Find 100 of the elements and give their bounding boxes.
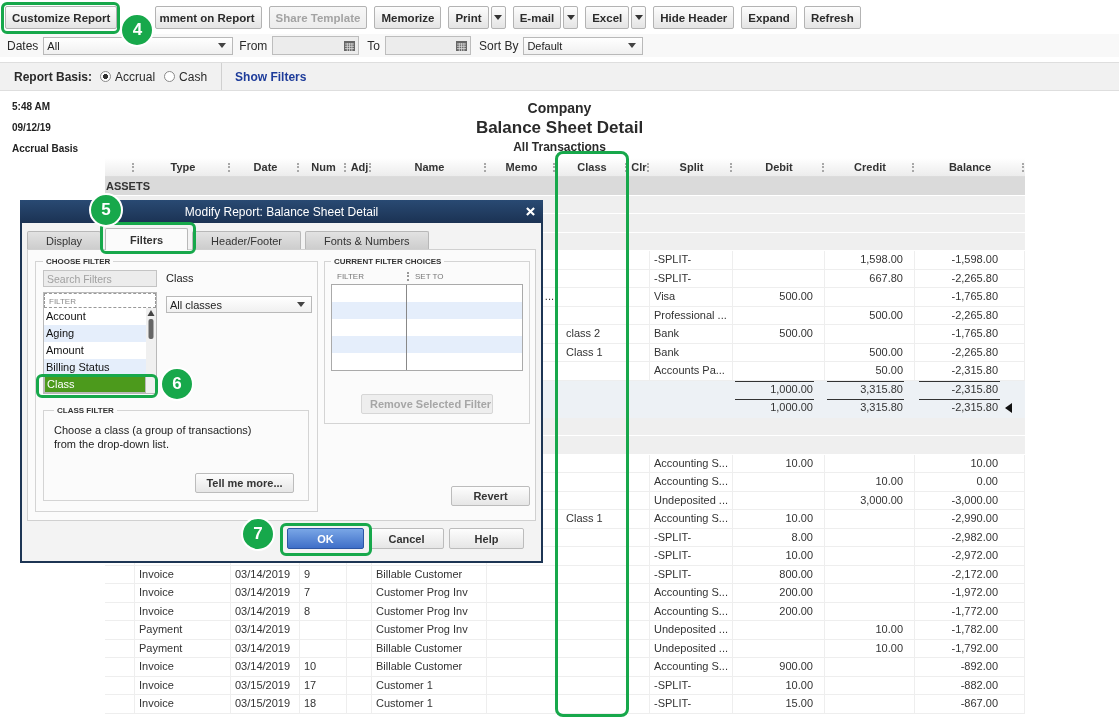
tab[interactable]: Display (27, 231, 102, 249)
table-cell-text: -SPLIT- (653, 696, 693, 711)
table-cell-text: Undeposited ... (653, 640, 729, 656)
calendar-icon[interactable] (456, 40, 468, 51)
toolbar-button[interactable]: Excel (585, 6, 630, 29)
toolbar-button[interactable]: mment on Report (155, 6, 262, 29)
table-cell-text: -1,765.80 (950, 289, 999, 304)
dropdown-button[interactable] (563, 6, 579, 29)
table-cell-text: -1,772.00 (950, 603, 999, 619)
report-basis-label: Report Basis: (14, 69, 93, 84)
table-cell-text: Invoice (138, 696, 175, 711)
toolbar-button[interactable]: Print (448, 6, 489, 29)
dialog-button[interactable]: Cancel (369, 528, 444, 549)
table-cell-text: 7 (303, 585, 312, 600)
scrollbar[interactable] (146, 308, 156, 393)
column-header[interactable]: Balance (915, 158, 1025, 176)
table-cell-text: Undeposited ... (653, 622, 729, 637)
table-cell-text: Invoice (138, 677, 175, 693)
table-cell-text: 03/14/2019 (234, 566, 292, 582)
list-item[interactable]: Amount (44, 342, 146, 359)
step-badge: 7 (241, 517, 275, 551)
table-cell-text: -2,982.00 (950, 529, 999, 545)
table-cell-text: Undeposited ... (653, 492, 729, 508)
table-cell-text: 1,598.00 (859, 252, 904, 267)
table-cell-text: Invoice (138, 566, 175, 582)
column-header[interactable]: Type (135, 158, 231, 176)
table-cell-text: -2,990.00 (950, 511, 999, 526)
column-header[interactable]: Debit (733, 158, 825, 176)
table-cell-text: -882.00 (959, 677, 999, 693)
column-header[interactable]: Date (231, 158, 300, 176)
table-cell-text: -2,265.80 (950, 344, 999, 360)
step-badge: 6 (160, 367, 194, 401)
table-cell-text: -2,265.80 (950, 270, 999, 286)
field-label: Class (166, 272, 195, 284)
toolbar-button[interactable]: E-mail (512, 6, 562, 29)
table-cell: -2,315.80 (915, 399, 1025, 418)
tab[interactable]: Header/Footer (192, 231, 302, 249)
list-item[interactable]: Account (44, 308, 146, 325)
report-basis: Accrual Basis (12, 142, 79, 155)
column-header[interactable]: Num (300, 158, 347, 176)
table-cell: 1,000.00 (733, 380, 825, 399)
table-cell-text: 3,000.00 (859, 492, 904, 508)
radio-button[interactable] (100, 71, 112, 82)
column-header[interactable]: Adj (347, 158, 372, 176)
toolbar-button[interactable]: Customize Report (5, 6, 118, 29)
column-header: SET TO (414, 271, 444, 281)
caret-icon (628, 43, 637, 48)
revert-button[interactable]: Revert (451, 486, 530, 506)
table-cell-text: 10.00 (874, 622, 904, 637)
table-cell-text: 03/15/2019 (234, 696, 292, 711)
column-header[interactable]: Class (556, 158, 628, 176)
table-cell-text: 10.00 (784, 511, 814, 526)
column-header[interactable]: Credit (825, 158, 915, 176)
toolbar-button[interactable]: Refresh (803, 6, 861, 29)
column-header[interactable]: Clr (628, 158, 650, 176)
radio-button[interactable] (164, 71, 176, 82)
table-cell-text: 10.00 (969, 455, 999, 471)
table-cell-text: Accounting S... (653, 474, 729, 489)
date-field[interactable] (272, 36, 360, 55)
column-header[interactable]: Memo (487, 158, 556, 176)
field-label: Sort By (479, 38, 519, 53)
show-filters-link[interactable]: Show Filters (235, 69, 307, 84)
table-cell-text: 8.00 (790, 529, 814, 545)
dialog-button[interactable]: Help (449, 528, 524, 549)
date-field[interactable] (385, 36, 472, 55)
table-cell-text: 10.00 (784, 455, 814, 471)
table-cell-text: 03/14/2019 (234, 659, 292, 674)
column-header[interactable]: Name (372, 158, 487, 176)
table-cell-text: 667.80 (868, 270, 904, 286)
toolbar-button[interactable]: Memorize (374, 6, 442, 29)
close-icon[interactable] (526, 207, 535, 216)
table-cell-text: Accounting S... (653, 585, 729, 600)
column-header: FILTER (331, 271, 409, 281)
dropdown-button[interactable] (631, 6, 647, 29)
table-cell-text: 10.00 (784, 548, 814, 563)
table-cell-text: Billable Customer (375, 566, 464, 582)
company-name: Company (527, 99, 592, 117)
search-field[interactable]: Search Filters (43, 270, 157, 287)
dates-dropdown[interactable]: All (43, 36, 234, 55)
sort-by-dropdown[interactable]: Default (523, 36, 644, 55)
toolbar-button[interactable]: Hide Header (653, 6, 735, 29)
toolbar-button[interactable]: Expand (741, 6, 797, 29)
tab[interactable]: Filters (105, 228, 189, 250)
table-cell-text: Payment (138, 640, 184, 656)
table-cell-text: -892.00 (959, 659, 999, 674)
class-dropdown[interactable]: All classes (166, 296, 312, 313)
column-header[interactable]: Split (650, 158, 733, 176)
table-cell-text: 500.00 (778, 326, 814, 341)
list-item[interactable]: Aging (44, 325, 146, 342)
tab[interactable]: Fonts & Numbers (305, 231, 429, 249)
dropdown-button[interactable] (490, 6, 506, 29)
table-cell-text: 10 (303, 659, 318, 674)
table-cell-text: 17 (303, 677, 318, 693)
table-cell-text: 200.00 (778, 603, 814, 619)
table-cell: 1,000.00 (733, 399, 825, 418)
tell-me-more-button[interactable]: Tell me more... (195, 473, 294, 493)
table-cell-text: -2,172.00 (950, 566, 999, 582)
calendar-icon[interactable] (344, 40, 356, 51)
table-cell-text: -867.00 (959, 696, 999, 711)
table-cell-text: Accounting S... (653, 659, 729, 674)
